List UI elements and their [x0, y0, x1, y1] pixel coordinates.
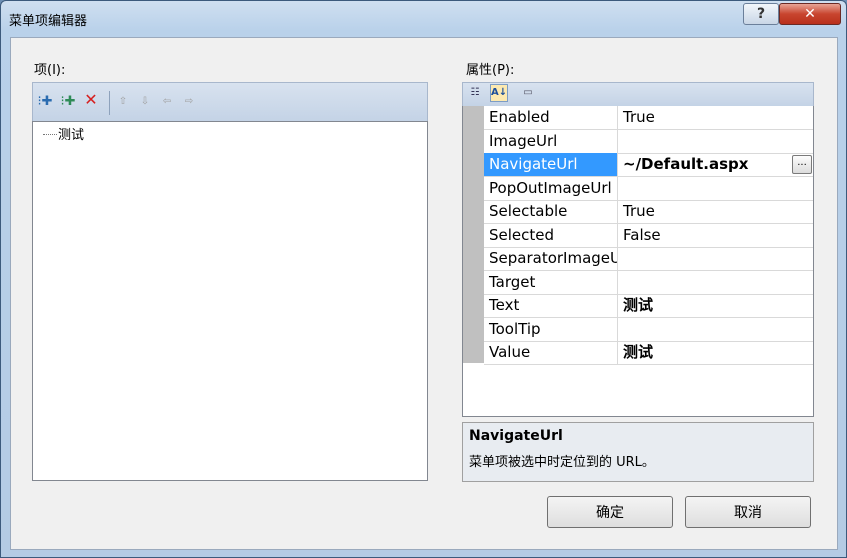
property-name: Target: [484, 270, 618, 294]
alphabetical-icon[interactable]: A↓: [490, 84, 508, 102]
property-row[interactable]: Selected False: [484, 223, 813, 248]
grid-margin: [463, 106, 484, 363]
property-row[interactable]: PopOutImageUrl: [484, 176, 813, 201]
property-value[interactable]: ~/Default.aspx: [619, 153, 813, 176]
property-name: ToolTip: [484, 317, 618, 341]
property-name: Selectable: [484, 200, 618, 223]
property-value[interactable]: [619, 177, 813, 200]
property-value[interactable]: 测试: [619, 341, 813, 364]
tree-item[interactable]: 测试: [58, 124, 84, 143]
add-root-item-icon[interactable]: ⁝✚: [37, 95, 53, 109]
indent-icon[interactable]: ⇨: [181, 95, 197, 109]
window-title: 菜单项编辑器: [9, 14, 88, 29]
property-value[interactable]: False: [619, 224, 813, 247]
property-value[interactable]: 测试: [619, 294, 813, 317]
property-value[interactable]: True: [619, 106, 813, 129]
property-value[interactable]: True: [619, 200, 813, 223]
property-value[interactable]: [619, 130, 813, 153]
property-pages-icon[interactable]: ▭: [520, 85, 536, 101]
close-button[interactable]: ✕: [779, 3, 841, 25]
items-toolbar: ⁝✚ ⁝✚ ✕ ⇧ ⇩ ⇦ ⇨: [32, 82, 428, 121]
property-name: ImageUrl: [484, 129, 618, 153]
property-row[interactable]: Target: [484, 270, 813, 295]
property-value[interactable]: [619, 271, 813, 294]
move-up-icon[interactable]: ⇧: [115, 95, 131, 109]
property-row[interactable]: ToolTip: [484, 317, 813, 342]
property-grid: Enabled True ImageUrl NavigateUrl ~/Default.…: [462, 106, 814, 417]
ellipsis-button[interactable]: ...: [792, 155, 812, 174]
cancel-button[interactable]: 取消: [685, 496, 811, 528]
property-row[interactable]: Value 测试: [484, 341, 813, 365]
property-name: SeparatorImageUrl: [484, 247, 618, 270]
help-button[interactable]: ?: [743, 3, 779, 25]
items-label: 项(I):: [34, 63, 66, 78]
property-name: PopOutImageUrl: [484, 176, 618, 200]
property-name: Value: [484, 341, 618, 364]
dialog-client-area: 项(I): 属性(P): ⁝✚ ⁝✚ ✕ ⇧ ⇩ ⇦ ⇨ 测试 ☷ A↓ ▭ E…: [10, 37, 838, 550]
toolbar-separator: [109, 91, 110, 115]
property-row[interactable]: NavigateUrl ~/Default.aspx...: [484, 153, 813, 177]
categorized-icon[interactable]: ☷: [467, 85, 483, 101]
outdent-icon[interactable]: ⇦: [159, 95, 175, 109]
move-down-icon[interactable]: ⇩: [137, 95, 153, 109]
ok-button[interactable]: 确定: [547, 496, 673, 528]
add-child-item-icon[interactable]: ⁝✚: [60, 95, 76, 109]
description-panel: NavigateUrl 菜单项被选中时定位到的 URL。: [462, 422, 814, 482]
title-bar: 菜单项编辑器 ? ✕: [1, 1, 846, 35]
property-name: NavigateUrl: [484, 153, 618, 176]
property-row[interactable]: Enabled True: [484, 106, 813, 130]
property-row[interactable]: Text 测试: [484, 294, 813, 318]
property-name: Selected: [484, 223, 618, 247]
property-name: Enabled: [484, 106, 618, 129]
tree-connector: [43, 134, 57, 135]
property-value[interactable]: [619, 318, 813, 341]
items-tree[interactable]: 测试: [32, 121, 428, 481]
property-row[interactable]: Selectable True: [484, 200, 813, 224]
description-title: NavigateUrl: [469, 428, 563, 444]
description-text: 菜单项被选中时定位到的 URL。: [469, 455, 655, 470]
property-name: Text: [484, 294, 618, 317]
delete-item-icon[interactable]: ✕: [83, 92, 99, 108]
property-row[interactable]: ImageUrl: [484, 129, 813, 154]
property-value[interactable]: [619, 247, 813, 270]
properties-label: 属性(P):: [466, 63, 515, 78]
property-row[interactable]: SeparatorImageUrl: [484, 247, 813, 271]
properties-toolbar: ☷ A↓ ▭: [462, 82, 814, 107]
